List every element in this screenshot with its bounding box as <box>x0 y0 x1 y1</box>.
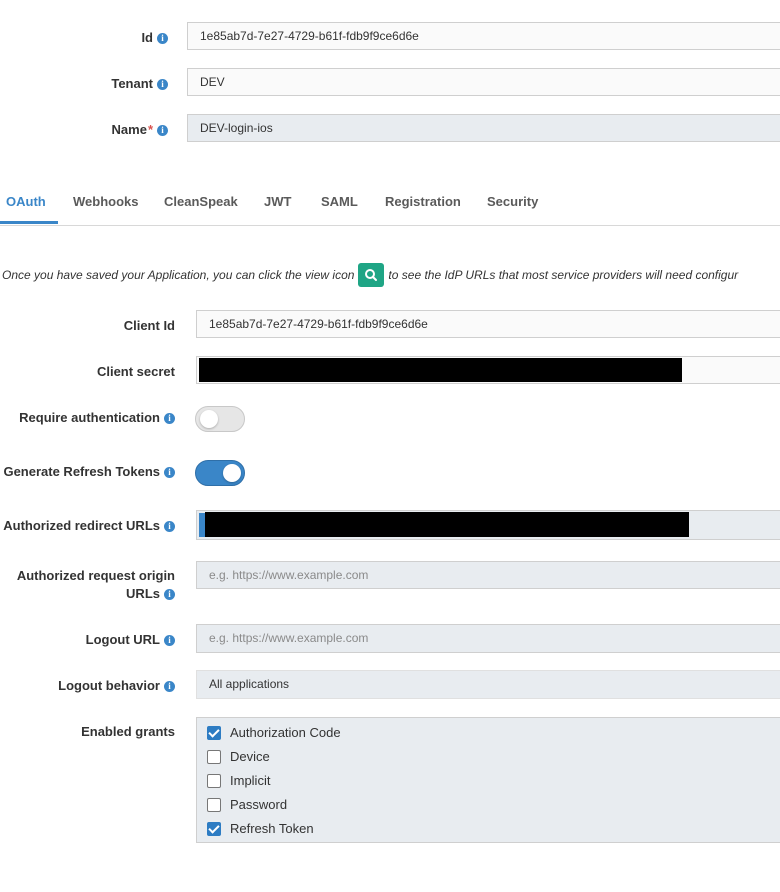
tab-registration[interactable]: Registration <box>385 194 461 209</box>
refresh-tokens-toggle[interactable] <box>195 460 245 486</box>
client-id-label: Client Id <box>123 318 175 333</box>
info-icon[interactable]: i <box>157 33 168 45</box>
grant-implicit[interactable]: Implicit <box>207 773 270 789</box>
info-icon[interactable]: i <box>164 635 175 647</box>
tenant-label: Tenant i <box>111 75 168 93</box>
checkbox[interactable] <box>207 773 221 788</box>
grant-device[interactable]: Device <box>207 749 270 765</box>
checkbox[interactable] <box>207 725 221 740</box>
enabled-grants-list: Authorization Code Device Implicit Passw… <box>196 717 780 843</box>
info-icon[interactable]: i <box>164 589 175 601</box>
info-icon[interactable]: i <box>157 79 168 91</box>
enabled-grants-label: Enabled grants <box>81 724 175 739</box>
info-icon[interactable]: i <box>157 125 168 137</box>
client-id-field[interactable]: 1e85ab7d-7e27-4729-b61f-fdb9f9ce6d6e <box>196 310 780 338</box>
oauth-note: Once you have saved your Application, yo… <box>2 263 738 288</box>
id-field[interactable]: 1e85ab7d-7e27-4729-b61f-fdb9f9ce6d6e <box>187 22 780 50</box>
checkbox[interactable] <box>207 821 221 836</box>
tab-webhooks[interactable]: Webhooks <box>73 194 139 209</box>
id-label: Id i <box>141 29 168 47</box>
client-secret-label: Client secret <box>96 364 175 379</box>
redirect-urls-label: Authorized redirect URLs i <box>3 517 175 535</box>
required-marker: * <box>147 122 153 137</box>
info-icon[interactable]: i <box>164 521 175 533</box>
grant-authorization-code[interactable]: Authorization Code <box>207 725 341 741</box>
toggle-knob <box>223 464 241 482</box>
tenant-field[interactable]: DEV <box>187 68 780 96</box>
toggle-knob <box>200 410 218 428</box>
require-auth-toggle[interactable] <box>195 406 245 432</box>
active-tab-indicator <box>0 221 58 224</box>
grant-password[interactable]: Password <box>207 797 287 813</box>
require-auth-label: Require authentication i <box>19 409 175 427</box>
info-icon[interactable]: i <box>164 413 175 425</box>
name-label: Name* i <box>112 121 168 139</box>
tab-bar: OAuth Webhooks CleanSpeak JWT SAML Regis… <box>0 182 780 226</box>
logout-behavior-select[interactable]: All applications <box>196 670 780 699</box>
origin-urls-label: Authorized request origin URLs i <box>16 568 175 601</box>
tab-security[interactable]: Security <box>487 194 538 209</box>
logout-url-field[interactable]: e.g. https://www.example.com <box>196 624 780 653</box>
origin-urls-field[interactable]: e.g. https://www.example.com <box>196 561 780 589</box>
grant-refresh-token[interactable]: Refresh Token <box>207 821 314 837</box>
tab-cleanspeak[interactable]: CleanSpeak <box>164 194 238 209</box>
client-secret-redaction <box>199 358 682 382</box>
info-icon[interactable]: i <box>164 467 175 479</box>
name-field[interactable]: DEV-login-ios <box>187 114 780 142</box>
refresh-tokens-label: Generate Refresh Tokens i <box>3 463 175 481</box>
tab-saml[interactable]: SAML <box>321 194 358 209</box>
view-button[interactable] <box>358 263 385 287</box>
logout-behavior-label: Logout behavior i <box>58 677 175 695</box>
info-icon[interactable]: i <box>164 681 175 693</box>
tab-oauth[interactable]: OAuth <box>6 194 46 209</box>
redirect-urls-redaction <box>205 512 689 537</box>
magnifier-icon <box>365 269 378 281</box>
logout-url-label: Logout URL i <box>86 631 175 649</box>
checkbox[interactable] <box>207 797 221 812</box>
checkbox[interactable] <box>207 749 221 764</box>
tab-jwt[interactable]: JWT <box>264 194 291 209</box>
